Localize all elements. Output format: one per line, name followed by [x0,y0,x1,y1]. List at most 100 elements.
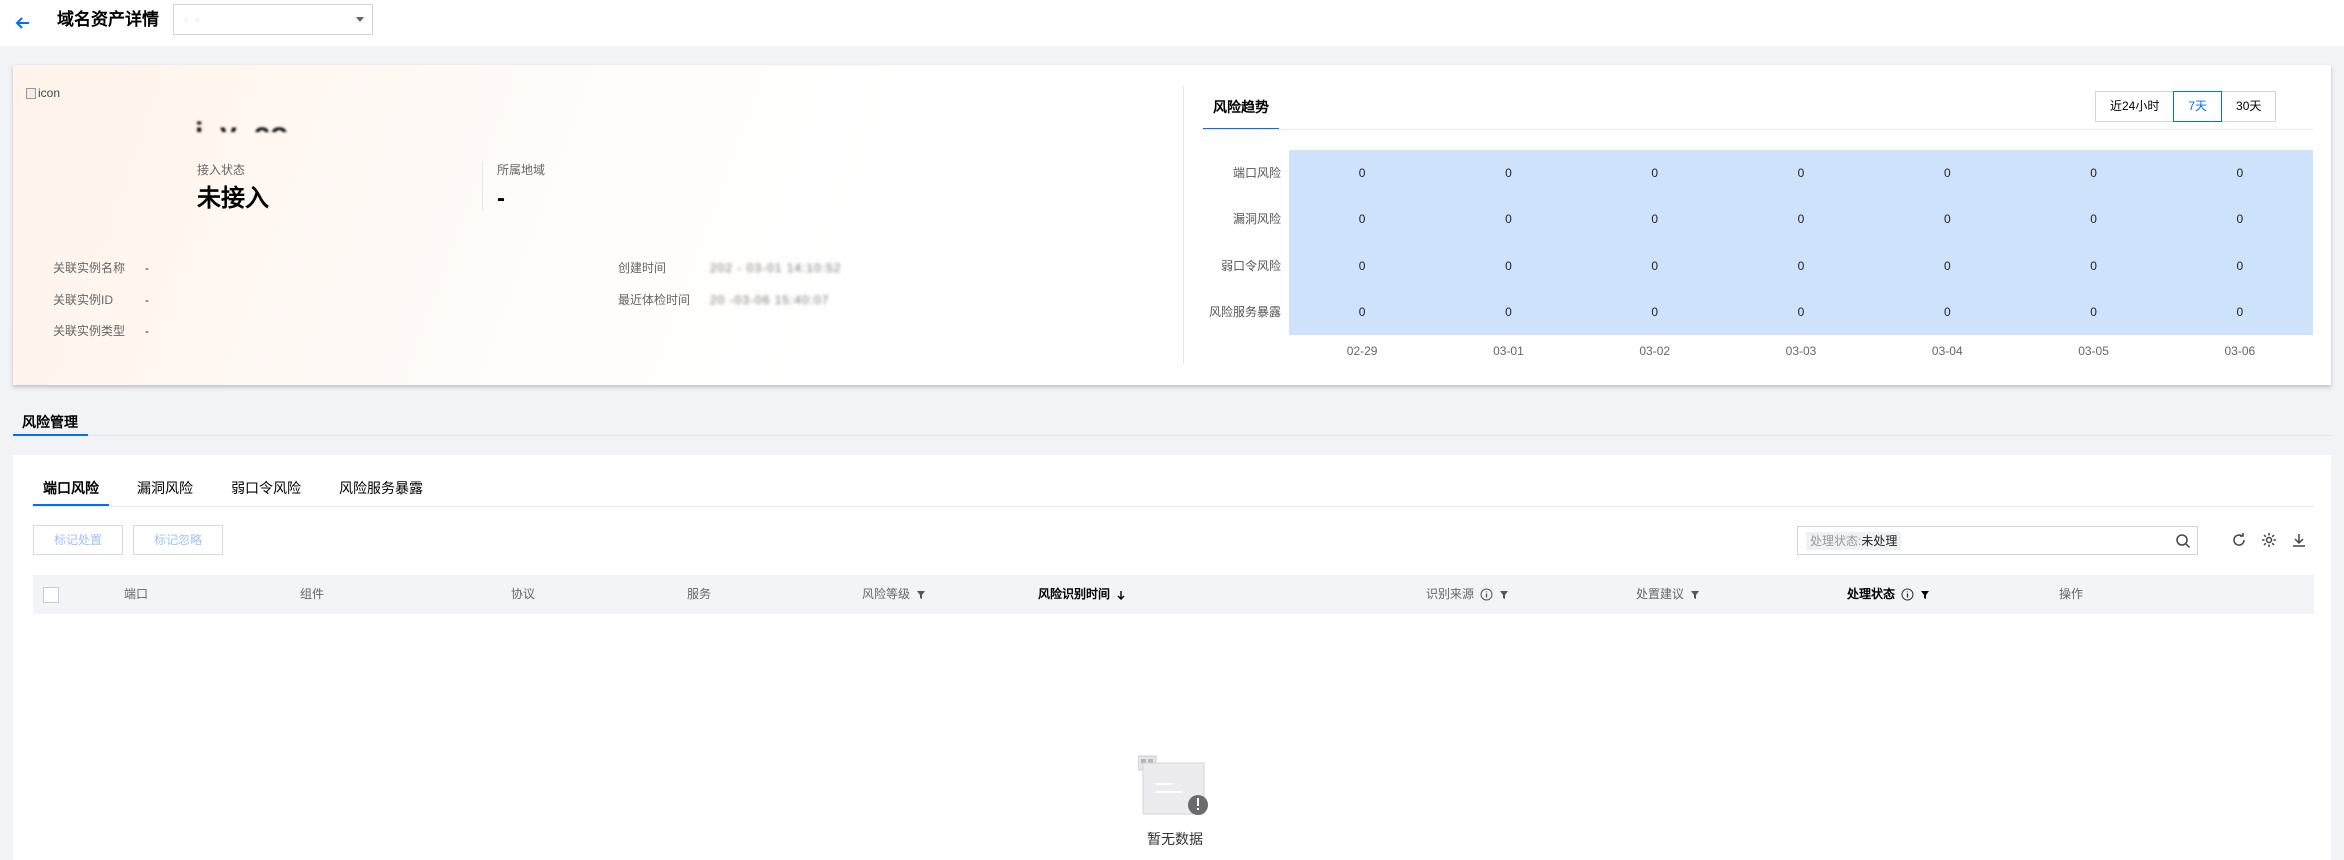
column-component-label: 组件 [300,587,325,601]
table-header: 端口 组件 协议 服务 风险等级 风险识别时间 识别来源 处置建议 处理状态 操… [33,575,2314,614]
heatmap-cell-value[interactable]: 0 [1781,304,1821,320]
filter-tag[interactable]: 处理状态:未处理 [1806,532,1902,550]
column-source-label: 识别来源 [1426,587,1475,601]
heatmap-cell-value[interactable]: 0 [2220,304,2260,320]
instance-id-value: - [145,293,149,307]
tab-service-exposure[interactable]: 风险服务暴露 [329,478,433,506]
risk-management-underline [13,434,88,436]
created-time-value: 202 - 03-01 14:10:52 [710,261,842,275]
column-component: 组件 [300,575,324,614]
tab-risk-trend[interactable]: 风险趋势 [1203,96,1279,130]
heatmap-row-label: 漏洞风险 [1232,212,1281,227]
column-port-label: 端口 [124,587,149,601]
instance-type-value: - [145,324,149,338]
column-service: 服务 [687,575,711,614]
page-title: 域名资产详情 [57,10,159,29]
heatmap-cell-value[interactable]: 0 [2074,165,2114,181]
heatmap-cell-value[interactable]: 0 [1635,211,1675,227]
broken-image-icon [26,87,36,99]
chevron-down-icon [356,17,364,22]
heatmap-cell-value[interactable]: 0 [2074,211,2114,227]
heatmap-cell-value[interactable]: 0 [2074,304,2114,320]
column-service-label: 服务 [687,587,712,601]
column-risk-time-label: 风险识别时间 [1038,587,1111,601]
heatmap-column-label: 03-01 [1493,344,1524,358]
heatmap-row-label: 端口风险 [1232,166,1281,181]
risk-management-divider [13,435,2331,436]
heatmap-column-label: 02-29 [1346,344,1378,358]
range-30d-button[interactable]: 30天 [2221,91,2277,122]
heatmap-cell-value[interactable]: 0 [1488,165,1528,181]
column-status[interactable]: 处理状态 [1847,575,1930,614]
filter-tag-key: 处理状态: [1810,534,1862,548]
sort-down-icon[interactable] [1116,590,1126,600]
download-icon[interactable] [2290,531,2308,549]
heatmap-row-label: 风险服务暴露 [1208,304,1281,319]
range-7d-button[interactable]: 7天 [2173,91,2223,122]
column-status-label: 处理状态 [1847,587,1896,601]
heatmap-column-label: 03-03 [1785,344,1817,358]
heatmap-cell-value[interactable]: 0 [2074,258,2114,274]
tab-port-risk[interactable]: 端口风险 [33,478,109,506]
heatmap-cell-value[interactable]: 0 [2220,258,2260,274]
risk-trend-heatmap: 0 0 0 0 0 0 0 0 0 0 0 0 0 0 0 0 0 0 0 0 0 0 0 0 0 0 0 0 [1289,150,2313,335]
region-value: - [497,185,505,212]
heatmap-cell-value[interactable]: 0 [1927,165,1967,181]
filter-icon[interactable] [1499,590,1509,600]
trend-tab-divider [1203,129,2313,130]
refresh-icon[interactable] [2230,531,2248,549]
heatmap-column-label: 03-04 [1931,344,1963,358]
column-risk-level[interactable]: 风险等级 [862,575,926,614]
heatmap-cell-value[interactable]: 0 [1342,258,1382,274]
column-actions-label: 操作 [2059,587,2084,601]
column-protocol-label: 协议 [511,587,536,601]
heatmap-cell-value[interactable]: 0 [1488,211,1528,227]
heatmap-column-label: 03-06 [2224,344,2256,358]
heatmap-cell-value[interactable]: 0 [2220,211,2260,227]
risk-trend-label: 风险趋势 [1213,99,1269,115]
heatmap-cell-value[interactable]: 0 [1488,258,1528,274]
tab-weak-password-risk[interactable]: 弱口令风险 [221,478,311,506]
domain-select[interactable]: · · [173,4,373,35]
heatmap-cell-value[interactable]: 0 [1342,304,1382,320]
filter-search-input[interactable]: 处理状态:未处理 [1797,526,2198,555]
heatmap-cell-value[interactable]: 0 [2220,165,2260,181]
gear-icon[interactable] [2260,531,2278,549]
column-risk-time[interactable]: 风险识别时间 [1038,575,1126,614]
heatmap-cell-value[interactable]: 0 [1635,258,1675,274]
column-suggestion[interactable]: 处置建议 [1636,575,1700,614]
heatmap-cell-value[interactable]: 0 [1635,165,1675,181]
filter-icon[interactable] [916,590,926,600]
heatmap-cell-value[interactable]: 0 [1927,304,1967,320]
column-actions: 操作 [2059,575,2083,614]
select-all-checkbox[interactable] [43,587,59,603]
filter-tag-value: 未处理 [1861,534,1898,548]
back-arrow-icon[interactable] [12,12,34,34]
range-24h-button[interactable]: 近24小时 [2095,91,2175,122]
instance-type-label: 关联实例类型 [53,324,126,338]
heatmap-cell-value[interactable]: 0 [1927,258,1967,274]
filter-icon[interactable] [1920,590,1930,600]
heatmap-cell-value[interactable]: 0 [1781,258,1821,274]
column-source[interactable]: 识别来源 [1426,575,1509,614]
empty-data-icon [1138,755,1208,815]
info-icon[interactable] [1480,588,1493,601]
heatmap-cell-value[interactable]: 0 [1342,165,1382,181]
info-icon[interactable] [1901,588,1914,601]
instance-id-label: 关联实例ID [53,293,114,307]
heatmap-cell-value[interactable]: 0 [1635,304,1675,320]
filter-icon[interactable] [1690,590,1700,600]
heatmap-cell-value[interactable]: 0 [1927,211,1967,227]
search-icon[interactable] [2175,533,2191,549]
heatmap-row-label: 弱口令风险 [1220,258,1281,273]
heatmap-cell-value[interactable]: 0 [1488,304,1528,320]
heatmap-cell-value[interactable]: 0 [1781,211,1821,227]
heatmap-cell-value[interactable]: 0 [1781,165,1821,181]
mark-ignored-button[interactable]: 标记忽略 [133,525,224,555]
heatmap-cell-value[interactable]: 0 [1342,211,1382,227]
mark-handled-button[interactable]: 标记处置 [33,525,124,555]
access-status-value: 未接入 [197,185,269,212]
column-suggestion-label: 处置建议 [1636,587,1685,601]
region-label: 所属地域 [497,163,546,177]
tab-vulnerability-risk[interactable]: 漏洞风险 [127,478,203,506]
